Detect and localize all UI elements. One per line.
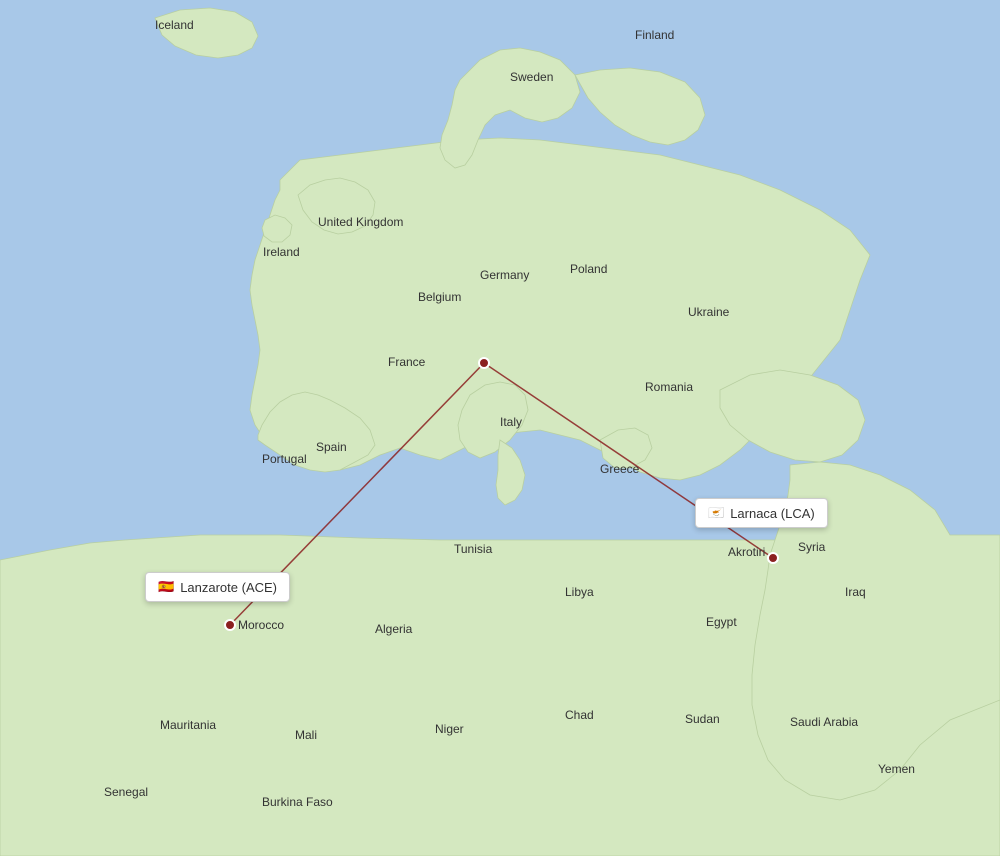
larnaca-flag: 🇨🇾 — [708, 505, 724, 521]
lanzarote-label: Lanzarote (ACE) — [180, 580, 277, 595]
lanzarote-flag: 🇪🇸 — [158, 579, 174, 595]
larnaca-label: Larnaca (LCA) — [730, 506, 815, 521]
lanzarote-tooltip[interactable]: 🇪🇸 Lanzarote (ACE) — [145, 572, 290, 602]
larnaca-tooltip[interactable]: 🇨🇾 Larnaca (LCA) — [695, 498, 828, 528]
map-container: Iceland Finland Sweden Ireland United Ki… — [0, 0, 1000, 856]
map-svg — [0, 0, 1000, 856]
